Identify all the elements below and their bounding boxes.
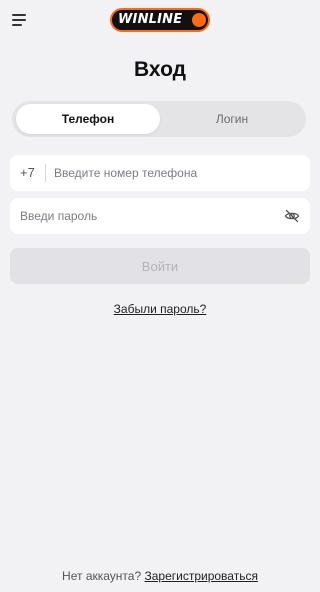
register-prompt: Нет аккаунта? Зарегистрироваться <box>0 569 320 583</box>
register-link[interactable]: Зарегистрироваться <box>144 569 257 583</box>
forgot-password: Забыли пароль? <box>0 302 320 316</box>
winline-logo[interactable]: WINLINE <box>110 8 210 32</box>
tab-phone[interactable]: Телефон <box>16 104 160 134</box>
no-account-text: Нет аккаунта? <box>62 569 142 583</box>
page-title: Вход <box>134 58 186 81</box>
phone-field: +7 <box>10 155 310 191</box>
login-method-switch: Телефон Логин <box>12 101 306 137</box>
logo-dot-icon <box>192 13 206 27</box>
menu-icon[interactable] <box>10 10 30 28</box>
forgot-password-link[interactable]: Забыли пароль? <box>114 302 207 316</box>
eye-off-icon[interactable] <box>284 208 300 224</box>
phone-prefix: +7 <box>20 165 35 180</box>
top-bar: WINLINE <box>0 0 320 40</box>
tab-login[interactable]: Логин <box>162 104 302 134</box>
password-field <box>10 198 310 234</box>
prefix-divider <box>45 164 46 182</box>
logo-text: WINLINE <box>118 12 183 27</box>
login-button[interactable]: Войти <box>10 248 310 284</box>
phone-input[interactable] <box>54 155 294 191</box>
password-input[interactable] <box>20 198 270 234</box>
